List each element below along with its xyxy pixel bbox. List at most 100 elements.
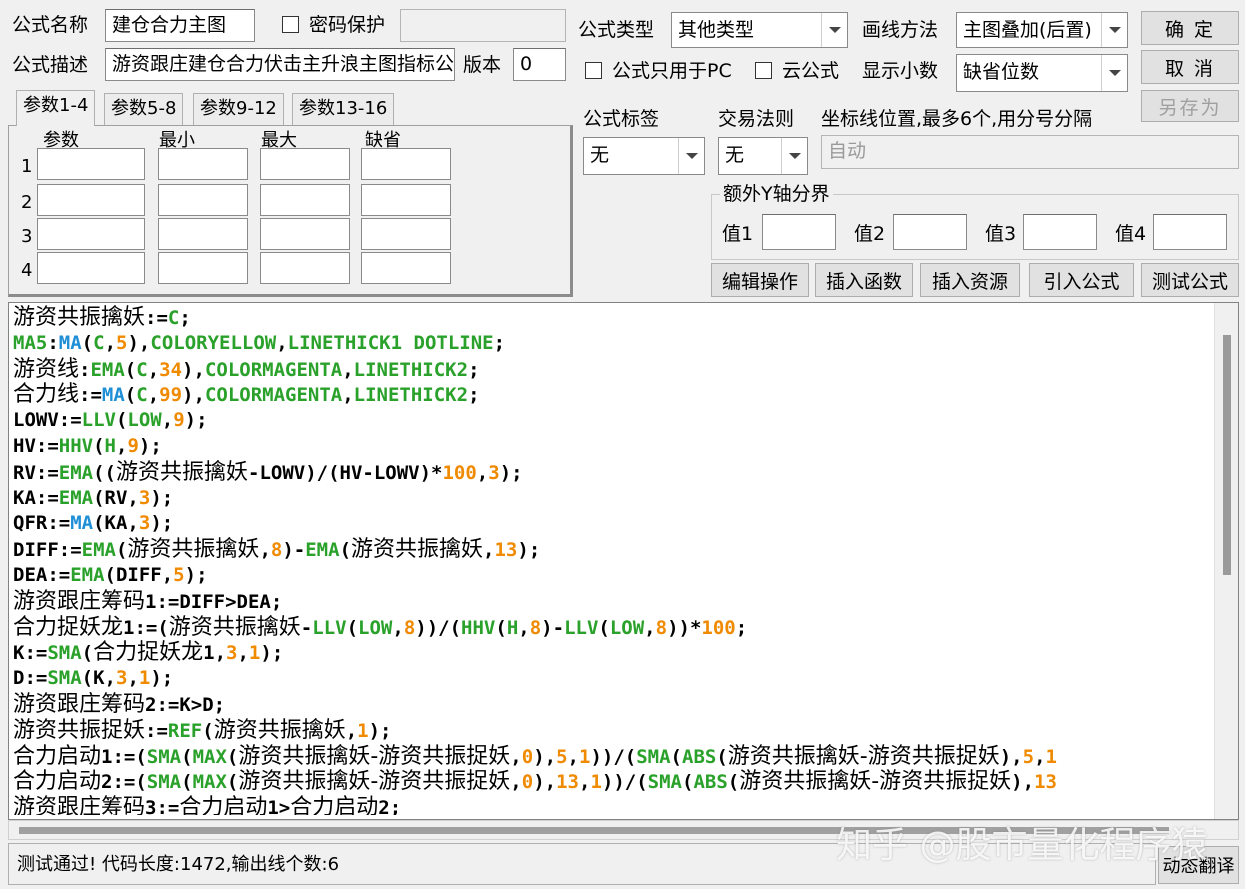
code-line[interactable]: DEA:=EMA(DIFF,5); xyxy=(13,563,1208,589)
coord-input[interactable]: 自动 xyxy=(821,135,1239,169)
param-4-max[interactable] xyxy=(260,252,350,284)
draw-method-select[interactable]: 主图叠加(后置) xyxy=(956,12,1128,48)
trade-rule-label: 交易法则 xyxy=(718,108,795,130)
vertical-scroll-thumb[interactable] xyxy=(1223,335,1231,575)
tag-value: 无 xyxy=(590,144,610,166)
import-formula-button[interactable]: 引入公式 xyxy=(1029,263,1134,297)
code-line[interactable]: 游资共振捉妖:=REF(游资共振擒妖,1); xyxy=(13,718,1208,744)
code-text[interactable]: 游资共振擒妖:=C; MA5:MA(C,5),COLORYELLOW,LINETH… xyxy=(13,305,1208,815)
tab-params-1-4[interactable]: 参数1-4 xyxy=(16,90,96,126)
decimal-label: 显示小数 xyxy=(862,60,939,82)
chevron-down-icon xyxy=(678,138,704,174)
chevron-down-icon xyxy=(821,13,847,47)
tab-params-5-8[interactable]: 参数5-8 xyxy=(104,93,184,125)
code-line[interactable]: 游资跟庄筹码1:=DIFF>DEA; xyxy=(13,589,1208,615)
formula-type-select[interactable]: 其他类型 xyxy=(671,12,848,48)
cancel-button[interactable]: 取 消 xyxy=(1141,50,1239,84)
param-1-min[interactable] xyxy=(158,148,248,180)
param-1-default[interactable] xyxy=(361,148,451,180)
draw-method-value: 主图叠加(后置) xyxy=(963,19,1092,41)
code-line[interactable]: LOWV:=LLV(LOW,9); xyxy=(13,408,1208,434)
code-line[interactable]: 游资跟庄筹码2:=K>D; xyxy=(13,692,1208,718)
code-line[interactable]: 游资线:EMA(C,34),COLORMAGENTA,LINETHICK2; xyxy=(13,357,1208,383)
code-line[interactable]: HV:=HHV(H,9); xyxy=(13,434,1208,460)
code-line[interactable]: 合力启动1:=(SMA(MAX(游资共振擒妖-游资共振捉妖,0),5,1))/(… xyxy=(13,744,1208,770)
chevron-down-icon xyxy=(781,138,807,174)
param-4-min[interactable] xyxy=(158,252,248,284)
param-2-min[interactable] xyxy=(158,184,248,216)
param-row-label: 3 xyxy=(21,226,33,247)
formula-desc-label: 公式描述 xyxy=(12,54,89,76)
param-1-max[interactable] xyxy=(260,148,350,180)
code-line[interactable]: 合力启动2:=(SMA(MAX(游资共振擒妖-游资共振捉妖,0),13,1))/… xyxy=(13,769,1208,795)
save-as-button[interactable]: 另存为 xyxy=(1141,90,1239,122)
test-formula-button[interactable]: 测试公式 xyxy=(1141,263,1239,297)
chevron-down-icon xyxy=(1101,13,1127,47)
edit-ops-button[interactable]: 编辑操作 xyxy=(711,263,809,297)
param-3-min[interactable] xyxy=(158,218,248,250)
decimal-select[interactable]: 缺省位数 xyxy=(956,54,1128,92)
param-3-name[interactable] xyxy=(37,218,145,250)
code-line[interactable]: DIFF:=EMA(游资共振擒妖,8)-EMA(游资共振擒妖,13); xyxy=(13,537,1208,563)
code-editor[interactable]: 游资共振擒妖:=C; MA5:MA(C,5),COLORYELLOW,LINETH… xyxy=(8,302,1239,820)
code-line[interactable]: MA5:MA(C,5),COLORYELLOW,LINETHICK1 DOTLI… xyxy=(13,331,1208,357)
chevron-down-icon xyxy=(1101,55,1127,91)
ok-button[interactable]: 确 定 xyxy=(1141,11,1239,45)
draw-method-label: 画线方法 xyxy=(862,19,939,41)
trade-rule-value: 无 xyxy=(725,144,745,166)
password-input xyxy=(400,9,566,42)
coord-label: 坐标线位置,最多6个,用分号分隔 xyxy=(821,108,1093,130)
y3-label: 值3 xyxy=(985,223,1017,245)
code-line[interactable]: RV:=EMA((游资共振擒妖-LOWV)/(HV-LOWV)*100,3); xyxy=(13,460,1208,486)
cloud-label: 云公式 xyxy=(782,60,840,82)
version-label: 版本 xyxy=(463,54,502,76)
password-label: 密码保护 xyxy=(309,14,386,36)
cloud-checkbox[interactable] xyxy=(755,62,772,79)
code-line[interactable]: QFR:=MA(KA,3); xyxy=(13,511,1208,537)
tag-label: 公式标签 xyxy=(583,108,660,130)
y2-label: 值2 xyxy=(854,223,886,245)
y2-input[interactable] xyxy=(893,214,967,250)
version-input[interactable]: 0 xyxy=(513,48,566,81)
formula-name-input[interactable]: 建仓合力主图 xyxy=(105,9,255,42)
trade-rule-select[interactable]: 无 xyxy=(718,137,808,175)
pc-only-checkbox[interactable] xyxy=(585,62,602,79)
code-line[interactable]: K:=SMA(合力捉妖龙1,3,1); xyxy=(13,640,1208,666)
code-line[interactable]: KA:=EMA(RV,3); xyxy=(13,486,1208,512)
insert-function-button[interactable]: 插入函数 xyxy=(815,263,913,297)
insert-resource-button[interactable]: 插入资源 xyxy=(920,263,1020,297)
y4-input[interactable] xyxy=(1153,214,1227,250)
watermark-text: 知乎 @股市量化程序猿 xyxy=(836,825,1208,866)
formula-name-label: 公式名称 xyxy=(12,14,89,36)
code-line[interactable]: 合力捉妖龙1:=(游资共振擒妖-LLV(LOW,8))/(HHV(H,8)-LL… xyxy=(13,615,1208,641)
y4-label: 值4 xyxy=(1115,223,1147,245)
param-2-name[interactable] xyxy=(37,184,145,216)
tag-select[interactable]: 无 xyxy=(583,137,705,175)
formula-type-label: 公式类型 xyxy=(578,19,655,41)
param-row-label: 1 xyxy=(21,156,33,177)
param-3-default[interactable] xyxy=(361,218,451,250)
y1-label: 值1 xyxy=(722,223,754,245)
vertical-scrollbar[interactable] xyxy=(1214,303,1238,819)
param-row-label: 4 xyxy=(21,260,33,281)
password-checkbox[interactable] xyxy=(282,16,299,33)
pc-only-label: 公式只用于PC xyxy=(612,60,732,82)
decimal-value: 缺省位数 xyxy=(963,61,1040,83)
y3-input[interactable] xyxy=(1023,214,1097,250)
param-1-name[interactable] xyxy=(37,148,145,180)
tab-params-9-12[interactable]: 参数9-12 xyxy=(193,93,284,125)
code-line[interactable]: 合力线:=MA(C,99),COLORMAGENTA,LINETHICK2; xyxy=(13,382,1208,408)
params-panel: 参数 最小 最大 缺省 1 2 3 4 xyxy=(8,125,573,297)
param-2-max[interactable] xyxy=(260,184,350,216)
param-3-max[interactable] xyxy=(260,218,350,250)
y1-input[interactable] xyxy=(762,214,836,250)
tab-params-13-16[interactable]: 参数13-16 xyxy=(292,93,395,125)
param-4-default[interactable] xyxy=(361,252,451,284)
param-row-label: 2 xyxy=(21,192,33,213)
code-line[interactable]: D:=SMA(K,3,1); xyxy=(13,666,1208,692)
param-2-default[interactable] xyxy=(361,184,451,216)
formula-desc-input[interactable]: 游资跟庄建仓合力伏击主升浪主图指标公 xyxy=(105,48,455,81)
code-line[interactable]: 游资跟庄筹码3:=合力启动1>合力启动2; xyxy=(13,795,1208,815)
param-4-name[interactable] xyxy=(37,252,145,284)
code-line[interactable]: 游资共振擒妖:=C; xyxy=(13,305,1208,331)
